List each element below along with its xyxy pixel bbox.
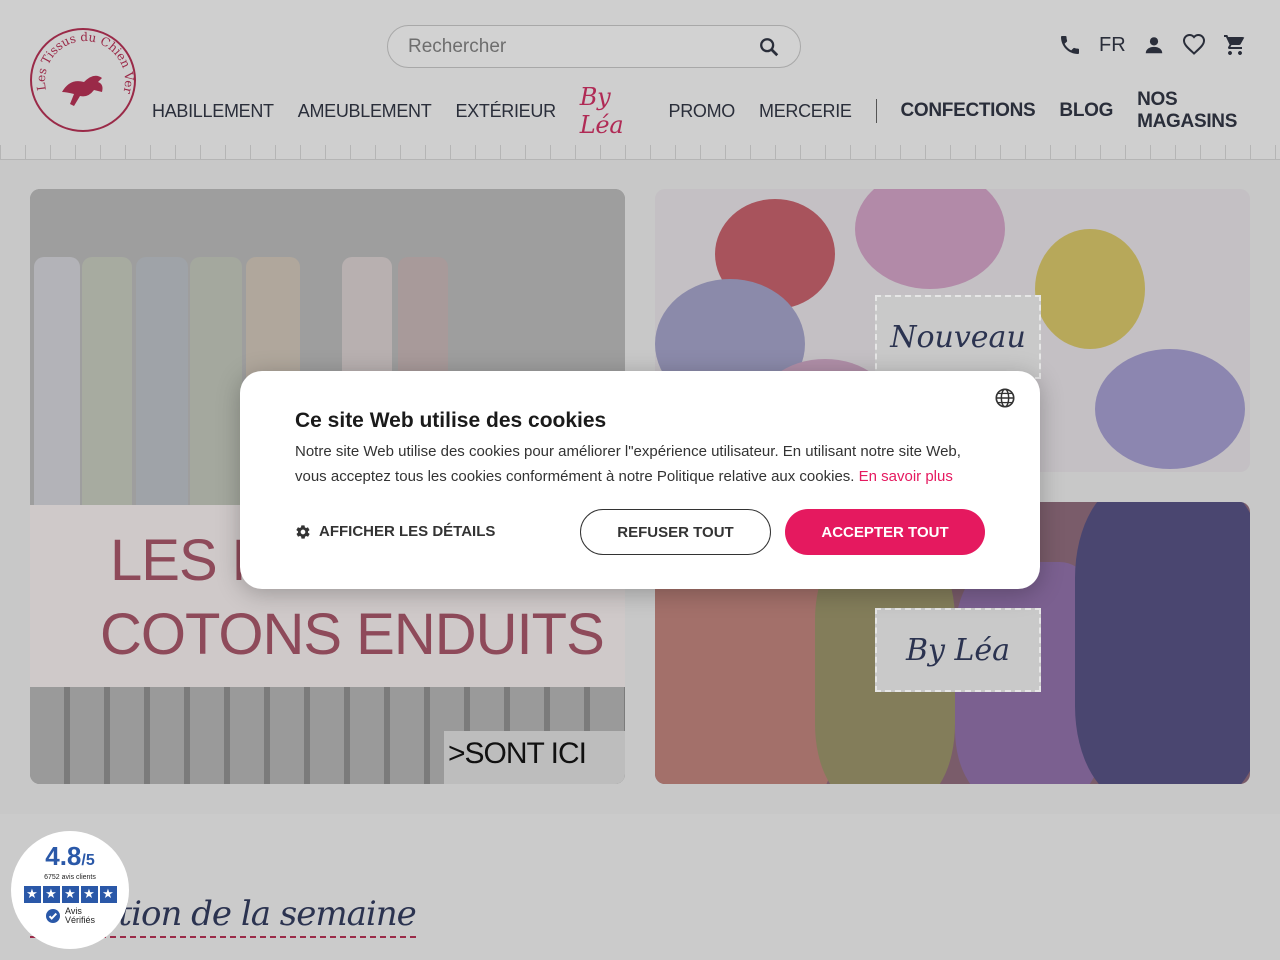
show-details-label: AFFICHER LES DÉTAILS — [319, 523, 496, 540]
cookie-consent-dialog: Ce site Web utilise des cookies Notre si… — [240, 371, 1040, 589]
language-globe-icon[interactable] — [994, 387, 1016, 413]
refuse-all-button[interactable]: REFUSER TOUT — [580, 509, 771, 555]
cookie-text: Notre site Web utilise des cookies pour … — [295, 443, 961, 485]
accept-all-button[interactable]: ACCEPTER TOUT — [785, 509, 985, 555]
learn-more-link[interactable]: En savoir plus — [859, 468, 953, 485]
cookie-title: Ce site Web utilise des cookies — [295, 409, 607, 432]
show-details-toggle[interactable]: AFFICHER LES DÉTAILS — [295, 523, 495, 540]
gear-icon — [296, 524, 310, 539]
